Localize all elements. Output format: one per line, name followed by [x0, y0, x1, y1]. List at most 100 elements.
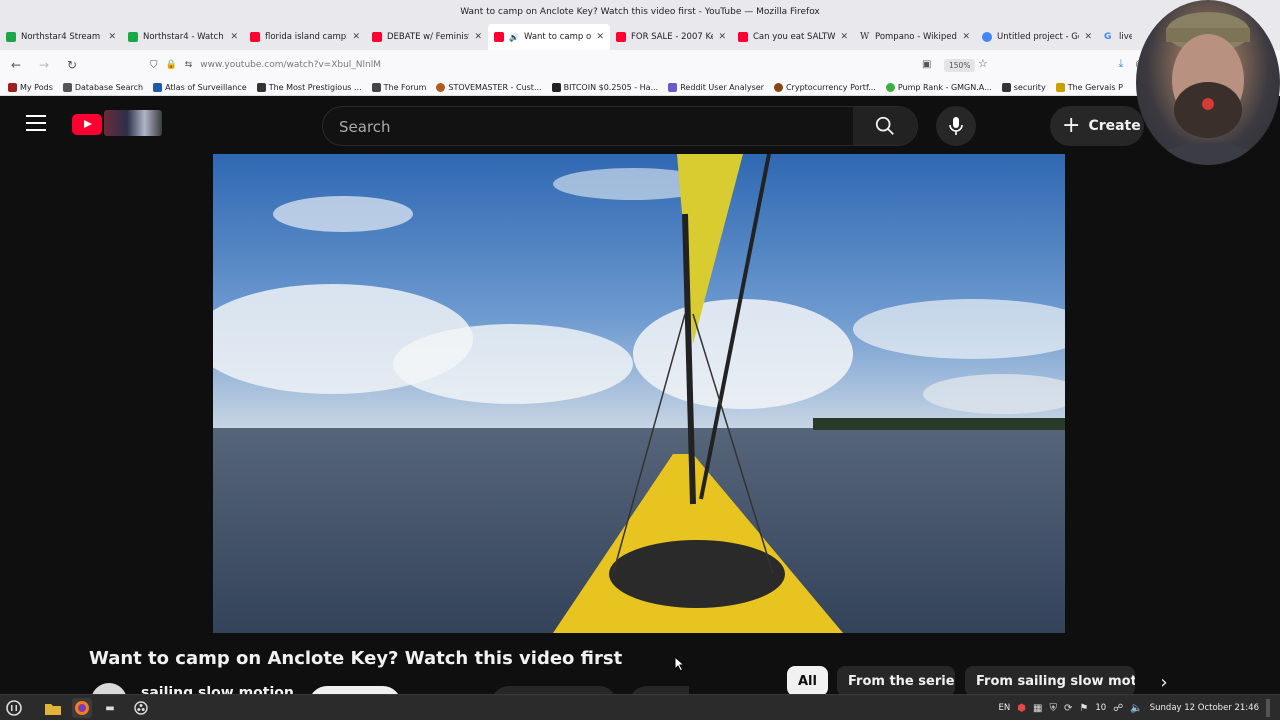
share-button[interactable]: [629, 686, 689, 694]
tab-close-icon[interactable]: ✕: [230, 32, 238, 42]
window-title: Want to camp on Anclote Key? Watch this …: [460, 7, 820, 17]
obs-icon[interactable]: [131, 698, 151, 718]
tab[interactable]: W Pompano - Wikipedia ✕: [854, 24, 976, 50]
update-icon[interactable]: ⟳: [1064, 703, 1072, 714]
tab[interactable]: Untitled project - Go ✕: [976, 24, 1098, 50]
bookmark-item[interactable]: The Gervais P: [1055, 83, 1123, 92]
bookmark-item[interactable]: Pump Rank - GMGN.A...: [885, 83, 992, 92]
terminal-icon[interactable]: ▬: [100, 698, 120, 718]
bookmark-item[interactable]: Cryptocurrency Portf...: [773, 83, 876, 92]
bookmark-label: Pump Rank - GMGN.A...: [897, 83, 992, 92]
podcast-icon: [1055, 83, 1065, 92]
volume-icon[interactable]: 🔈: [1130, 703, 1142, 714]
tab[interactable]: florida island camping ✕: [244, 24, 366, 50]
tab[interactable]: Northstar4 - Watch Li ✕: [122, 24, 244, 50]
bookmark-item[interactable]: Database Search: [62, 83, 143, 92]
tab-close-icon[interactable]: ✕: [962, 32, 970, 42]
channel-name[interactable]: sailing slow motion: [141, 685, 294, 694]
reddit-analyser-icon: [668, 83, 678, 92]
tab[interactable]: G live: [1098, 24, 1138, 50]
youtube-logo-icon[interactable]: [72, 114, 102, 135]
forward-arrow-icon[interactable]: →: [36, 58, 52, 72]
tab-label: Can you eat SALTWA: [753, 32, 836, 42]
security-shield-icon[interactable]: ⬢: [1017, 703, 1026, 714]
bookmark-label: Atlas of Surveillance: [165, 83, 247, 92]
chip-all[interactable]: All: [787, 666, 828, 696]
folder-icon: [1001, 83, 1011, 92]
reload-icon[interactable]: ↻: [64, 58, 80, 72]
start-menu-icon[interactable]: [4, 698, 24, 718]
chip-from-series[interactable]: From the series: [837, 666, 955, 696]
permissions-icon[interactable]: ⇆: [185, 60, 193, 70]
subscribe-button[interactable]: [309, 686, 401, 694]
bookmark-item[interactable]: Reddit User Analyser: [668, 83, 764, 92]
bookmark-label: The Gervais P: [1067, 83, 1123, 92]
tab-close-icon[interactable]: ✕: [718, 32, 726, 42]
firefox-icon[interactable]: [72, 698, 92, 718]
downloads-icon[interactable]: ⤓: [1119, 57, 1124, 71]
youtube-favicon-icon: [494, 32, 504, 42]
youtube-header: + Create: [0, 96, 1280, 154]
search-input[interactable]: [339, 116, 839, 138]
volume-level[interactable]: 10: [1095, 703, 1106, 713]
tab[interactable]: Northstar4 Stream - K ✕: [0, 24, 122, 50]
chip-label: All: [798, 673, 817, 689]
tab[interactable]: Can you eat SALTWA ✕: [732, 24, 854, 50]
channel-avatar[interactable]: [91, 683, 127, 694]
back-arrow-icon[interactable]: ←: [8, 58, 24, 72]
tab-close-icon[interactable]: ✕: [352, 32, 360, 42]
tab[interactable]: DEBATE w/ Feministic ✕: [366, 24, 488, 50]
tab-active[interactable]: 🔊 Want to camp on An ✕: [488, 24, 610, 50]
taskbar: ▬ EN ⬢ ▦ ⛨ ⟳ ⚑ 10 ☍ 🔈 Sunday 12 October …: [0, 694, 1280, 720]
lock-icon[interactable]: 🔒: [166, 60, 177, 70]
youtube-doodle[interactable]: [104, 110, 162, 136]
bookmark-item[interactable]: BITCOIN $0.2505 - Ha...: [551, 83, 658, 92]
tab-close-icon[interactable]: ✕: [840, 32, 848, 42]
folder-icon[interactable]: [43, 698, 63, 718]
menu-icon[interactable]: [26, 115, 46, 131]
create-button[interactable]: + Create: [1050, 106, 1144, 146]
bookmark-label: My Pods: [20, 83, 53, 92]
voice-search-button[interactable]: [936, 106, 976, 146]
url-text[interactable]: www.youtube.com/watch?v=Xbul_NlnlM: [200, 60, 381, 70]
zoom-level-button[interactable]: 150%: [944, 59, 976, 72]
reader-view-icon[interactable]: ▣: [922, 59, 931, 70]
chip-from-channel[interactable]: From sailing slow motion: [965, 666, 1135, 696]
clipboard-icon[interactable]: ▦: [1033, 703, 1042, 714]
audio-playing-icon[interactable]: 🔊: [509, 33, 519, 42]
notification-bell-icon[interactable]: ⚑: [1079, 703, 1088, 714]
tab-close-icon[interactable]: ✕: [1084, 32, 1092, 42]
chevron-right-icon[interactable]: ›: [1152, 670, 1176, 694]
youtube-favicon-icon: [616, 32, 626, 42]
bookmark-star-icon[interactable]: ☆: [978, 57, 988, 70]
show-desktop-button[interactable]: [1266, 699, 1270, 717]
tab-close-icon[interactable]: ✕: [108, 32, 116, 42]
bookmark-item[interactable]: security: [1001, 83, 1046, 92]
url-bar[interactable]: ⛉ 🔒 ⇆ www.youtube.com/watch?v=Xbul_NlnlM: [150, 55, 1000, 75]
tracking-shield-icon[interactable]: ⛉: [150, 60, 158, 71]
bookmark-item[interactable]: Atlas of Surveillance: [153, 83, 247, 92]
datetime[interactable]: Sunday 12 October 21:46: [1150, 703, 1259, 713]
keyboard-layout[interactable]: EN: [999, 703, 1011, 713]
tab-close-icon[interactable]: ✕: [474, 32, 482, 42]
tab-label: FOR SALE - 2007 Key: [631, 32, 714, 42]
bookmark-item[interactable]: The Forum: [371, 83, 426, 92]
bookmark-label: security: [1013, 83, 1046, 92]
tab-label: Northstar4 Stream - K: [21, 32, 103, 42]
bookmark-item[interactable]: The Most Prestigious ...: [256, 83, 362, 92]
like-button[interactable]: [491, 686, 617, 694]
shield-icon[interactable]: ⛨: [1049, 703, 1057, 714]
tab-close-icon[interactable]: ✕: [596, 32, 604, 42]
bookmark-label: STOVEMASTER - Cust...: [448, 83, 542, 92]
youtube-favicon-icon: [250, 32, 260, 42]
crypto-icon: [773, 83, 783, 92]
bookmark-label: Cryptocurrency Portf...: [785, 83, 876, 92]
search-button[interactable]: [853, 107, 917, 145]
tab-strip: Northstar4 Stream - K ✕ Northstar4 - Wat…: [0, 24, 1280, 50]
search-box: [322, 106, 918, 146]
tab[interactable]: FOR SALE - 2007 Key ✕: [610, 24, 732, 50]
bookmark-item[interactable]: STOVEMASTER - Cust...: [436, 83, 542, 92]
network-icon[interactable]: ☍: [1113, 703, 1123, 714]
bookmark-item[interactable]: My Pods: [8, 83, 53, 92]
video-player[interactable]: [213, 154, 1065, 633]
